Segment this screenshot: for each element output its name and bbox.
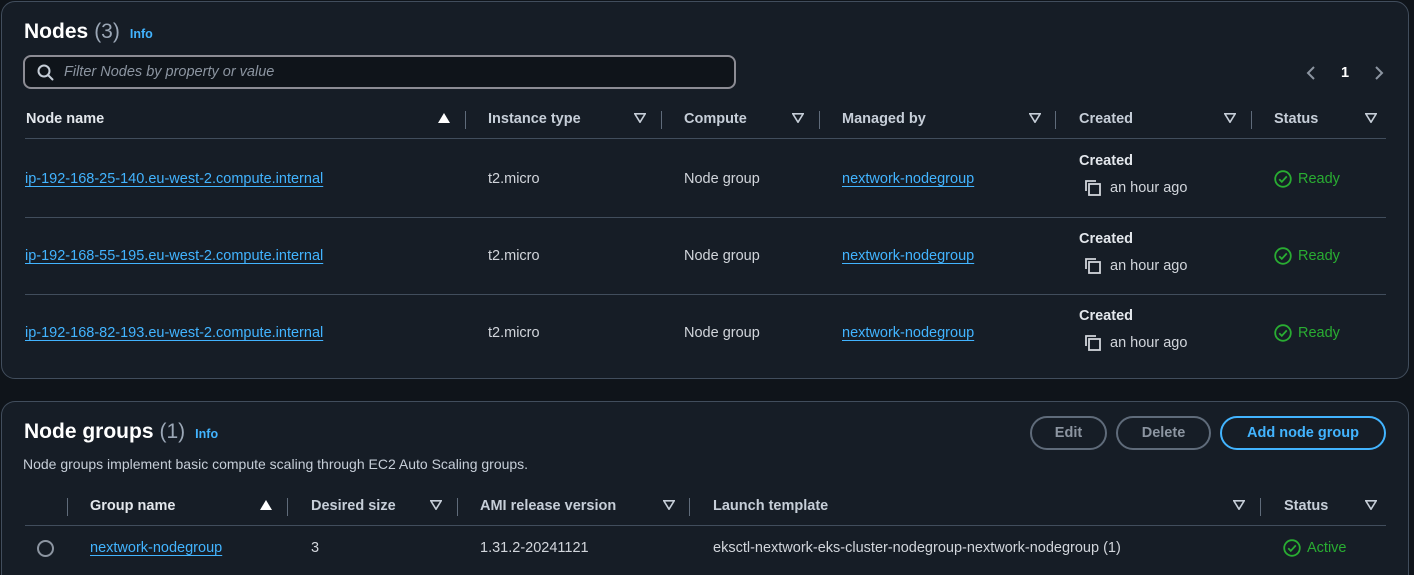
sort-icon[interactable] <box>1232 498 1246 512</box>
node-name-link[interactable]: ip-192-168-82-193.eu-west-2.compute.inte… <box>25 325 323 341</box>
instance-type: t2.micro <box>488 171 540 187</box>
group-name-link[interactable]: nextwork-nodegroup <box>90 540 222 556</box>
node-groups-count: (1) <box>159 420 186 443</box>
status-check-icon <box>1283 539 1301 557</box>
col-instance-type[interactable]: Instance type <box>488 99 581 139</box>
sort-icon[interactable] <box>791 111 805 125</box>
node-groups-heading: Node groups (1) Info <box>24 420 218 444</box>
managed-by-link[interactable]: nextwork-nodegroup <box>842 171 974 187</box>
group-status-text: Active <box>1307 540 1347 556</box>
compute: Node group <box>684 171 760 187</box>
row-select-radio[interactable] <box>37 540 54 557</box>
ami-release-version: 1.31.2-20241121 <box>480 540 589 556</box>
status-check-icon <box>1274 247 1292 265</box>
created-label: Created <box>1079 153 1133 169</box>
created-value: an hour ago <box>1110 180 1188 196</box>
nodes-table-header: Node name Instance type Compute Managed … <box>0 99 1414 139</box>
nodes-title: Nodes <box>24 20 89 43</box>
created-value: an hour ago <box>1110 258 1188 274</box>
status-check-icon <box>1274 170 1292 188</box>
col-compute[interactable]: Compute <box>684 99 747 139</box>
created-label: Created <box>1079 308 1133 324</box>
managed-by-link[interactable]: nextwork-nodegroup <box>842 325 974 341</box>
managed-by-link[interactable]: nextwork-nodegroup <box>842 248 974 264</box>
nodes-heading: Nodes (3) Info <box>24 20 153 44</box>
instance-type: t2.micro <box>488 325 540 341</box>
col-desired-size[interactable]: Desired size <box>311 486 396 526</box>
sort-icon[interactable] <box>633 111 647 125</box>
col-managed-by[interactable]: Managed by <box>842 99 926 139</box>
status-text: Ready <box>1298 248 1340 264</box>
nodes-count: (3) <box>94 20 120 43</box>
sort-icon[interactable] <box>662 498 676 512</box>
node-groups-description: Node groups implement basic compute scal… <box>23 456 529 472</box>
add-node-group-button[interactable]: Add node group <box>1220 416 1386 450</box>
sort-ascending-icon[interactable] <box>437 111 451 125</box>
nodes-pagination: 1 <box>1305 62 1385 84</box>
edit-button[interactable]: Edit <box>1030 416 1107 450</box>
chevron-left-icon[interactable] <box>1305 65 1317 81</box>
node-groups-table-header: Group name Desired size AMI release vers… <box>0 486 1414 526</box>
status-check-icon <box>1274 324 1292 342</box>
sort-icon[interactable] <box>1223 111 1237 125</box>
chevron-right-icon[interactable] <box>1373 65 1385 81</box>
compute: Node group <box>684 325 760 341</box>
nodes-info-link[interactable]: Info <box>130 27 153 41</box>
col-ami-release-version[interactable]: AMI release version <box>480 486 616 526</box>
copy-icon[interactable] <box>1084 257 1102 275</box>
created-value: an hour ago <box>1110 335 1188 351</box>
compute: Node group <box>684 248 760 264</box>
sort-icon[interactable] <box>1364 498 1378 512</box>
col-group-name[interactable]: Group name <box>90 486 175 526</box>
sort-ascending-icon[interactable] <box>259 498 273 512</box>
col-created[interactable]: Created <box>1079 99 1133 139</box>
copy-icon[interactable] <box>1084 179 1102 197</box>
col-node-name[interactable]: Node name <box>26 99 104 139</box>
status-text: Ready <box>1298 325 1340 341</box>
sort-icon[interactable] <box>429 498 443 512</box>
copy-icon[interactable] <box>1084 334 1102 352</box>
status-text: Ready <box>1298 171 1340 187</box>
instance-type: t2.micro <box>488 248 540 264</box>
launch-template: eksctl-nextwork-eks-cluster-nodegroup-ne… <box>713 540 1121 556</box>
page-number[interactable]: 1 <box>1341 65 1349 81</box>
desired-size: 3 <box>311 540 320 556</box>
col-launch-template[interactable]: Launch template <box>713 486 828 526</box>
sort-icon[interactable] <box>1028 111 1042 125</box>
node-groups-info-link[interactable]: Info <box>195 427 218 441</box>
search-icon <box>37 64 54 80</box>
sort-icon[interactable] <box>1364 111 1378 125</box>
col-status[interactable]: Status <box>1274 99 1318 139</box>
node-name-link[interactable]: ip-192-168-25-140.eu-west-2.compute.inte… <box>25 171 323 187</box>
created-label: Created <box>1079 231 1133 247</box>
node-name-link[interactable]: ip-192-168-55-195.eu-west-2.compute.inte… <box>25 248 323 264</box>
col-group-status[interactable]: Status <box>1284 486 1328 526</box>
delete-button[interactable]: Delete <box>1116 416 1211 450</box>
node-groups-title: Node groups <box>24 420 154 443</box>
nodes-filter[interactable] <box>23 55 736 89</box>
nodes-filter-input[interactable] <box>64 64 704 80</box>
